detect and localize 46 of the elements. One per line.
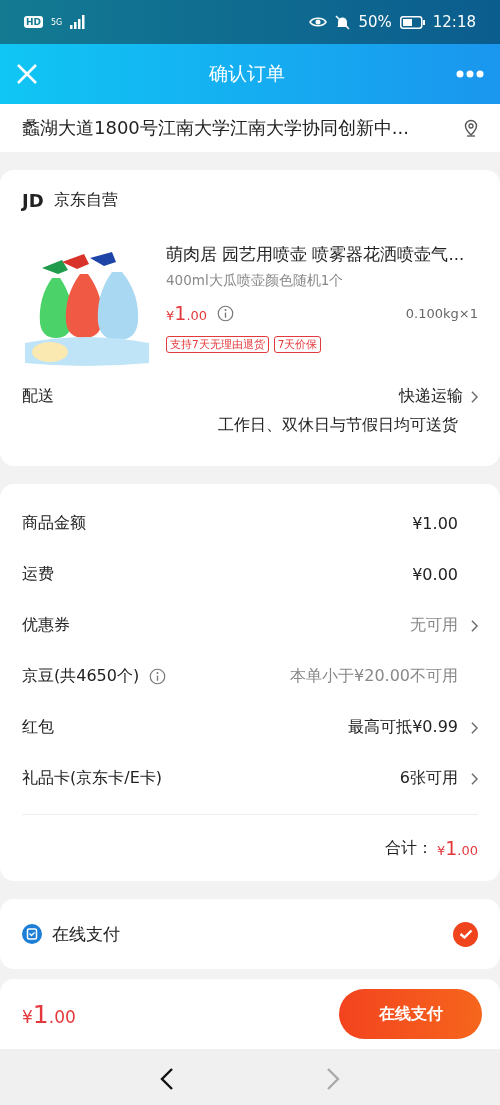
info-icon[interactable] <box>217 304 235 322</box>
product-price: ¥1.00 <box>166 302 208 324</box>
payment-option[interactable]: 在线支付 <box>52 922 120 946</box>
muted-bell-icon <box>335 14 351 30</box>
fee-label: 商品金额 <box>22 513 86 534</box>
chevron-right-icon <box>471 721 478 734</box>
fee-label: 京豆(共4650个) <box>22 666 140 687</box>
product-spec: 400ml大瓜喷壶颜色随机1个 <box>166 272 345 290</box>
clock-time: 12:18 <box>432 13 476 31</box>
delivery-label: 配送 <box>22 386 54 407</box>
shop-logo: JD <box>22 189 44 211</box>
total-price: ¥1.00 <box>436 837 478 859</box>
chevron-right-icon <box>471 390 478 403</box>
battery-percent: 50% <box>358 13 392 31</box>
eye-icon <box>309 16 328 28</box>
fee-label: 优惠券 <box>22 615 70 636</box>
fee-value: ¥1.00 <box>412 514 458 533</box>
selected-check-icon[interactable] <box>453 921 478 947</box>
product-title[interactable]: 萌肉居 园艺用喷壶 喷雾器花洒喷壶气... <box>166 244 478 266</box>
fee-value[interactable]: 6张可用 <box>399 768 458 789</box>
total-label: 合计： <box>384 837 433 859</box>
hd-indicator: HD <box>24 16 43 28</box>
chevron-right-icon <box>471 619 478 632</box>
fee-value[interactable]: 最高可抵¥0.99 <box>348 717 458 738</box>
info-icon[interactable] <box>149 668 167 685</box>
chevron-right-icon <box>471 772 478 785</box>
battery-icon <box>399 15 425 29</box>
product-weight: 0.100kg×1 <box>405 305 478 321</box>
fee-label: 红包 <box>22 717 54 738</box>
signal-icon <box>70 15 87 29</box>
fee-label: 礼品卡(京东卡/E卡) <box>22 768 162 789</box>
fee-value: ¥0.00 <box>412 565 458 584</box>
page-title: 确认订单 <box>208 61 286 86</box>
delivery-method[interactable]: 快递运输 <box>399 386 463 407</box>
delivery-note: 工作日、双休日与节假日均可送货 <box>217 414 459 436</box>
more-icon[interactable] <box>456 70 484 78</box>
footer-price: ¥1.00 <box>22 999 76 1029</box>
service-tag: 7天价保 <box>273 336 322 353</box>
fee-value[interactable]: 无可用 <box>410 615 458 636</box>
service-tag: 支持7天无理由退货 <box>166 336 269 353</box>
location-pin-icon[interactable] <box>464 119 478 137</box>
shop-name: 京东自营 <box>53 189 118 211</box>
fee-label: 运费 <box>22 564 54 585</box>
payment-icon <box>22 924 42 944</box>
network-label: 5G <box>51 17 63 27</box>
fee-value: 本单小于¥20.00不可用 <box>290 666 458 687</box>
